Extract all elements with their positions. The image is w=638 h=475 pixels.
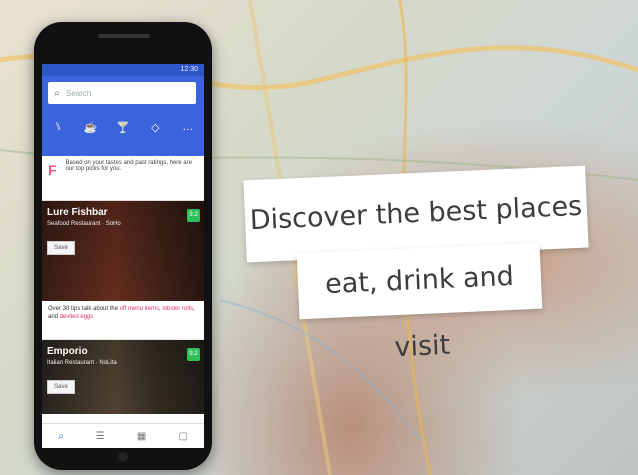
tip-highlight-1[interactable]: off menu items (120, 306, 159, 312)
coffee-icon[interactable]: ☕ (81, 121, 101, 134)
recommendation-note: F Based on your tastes and past ratings,… (42, 156, 204, 201)
venue-name: Lure Fishbar (47, 207, 108, 218)
phone-speaker (98, 34, 150, 38)
search-placeholder: Search (66, 88, 92, 98)
tip-prefix: Over 30 tips talk about the (48, 306, 120, 312)
promo-banner: 12:30 ⌕ Search ⑊ ☕ 🍸 ◇ … F Based on your… (0, 0, 638, 475)
note-text: Based on your tastes and past ratings, h… (65, 160, 192, 172)
search-field[interactable]: ⌕ Search (48, 82, 196, 104)
status-time: 12:30 (180, 66, 198, 73)
search-tab-icon[interactable]: ⌕ (58, 431, 64, 442)
profile-tab-icon[interactable]: ▢ (178, 431, 187, 442)
foursquare-icon: F (48, 162, 57, 178)
food-icon[interactable]: ⑊ (48, 121, 68, 133)
bottom-nav: ⌕ ☰ ▦ ▢ (42, 423, 204, 448)
status-bar: 12:30 (42, 64, 204, 76)
tip-highlight-2[interactable]: lobster rolls (162, 306, 193, 312)
activity-tab-icon[interactable]: ▦ (137, 431, 146, 442)
venue-card[interactable]: Lure Fishbar Seafood Restaurant · SoHo 9… (42, 201, 204, 301)
venue-rating: 9.2 (187, 348, 200, 361)
app-bar: ⌕ Search ⑊ ☕ 🍸 ◇ … (42, 76, 204, 156)
more-icon[interactable]: … (178, 121, 198, 133)
phone-button (118, 452, 128, 462)
phone-screen: 12:30 ⌕ Search ⑊ ☕ 🍸 ◇ … F Based on your… (42, 64, 204, 448)
venue-card[interactable]: Emporio Italian Restaurant · NoLita 9.2 … (42, 340, 204, 414)
list-tab-icon[interactable]: ☰ (96, 431, 105, 442)
tip-summary: Over 30 tips talk about the off menu ite… (42, 301, 204, 340)
phone-mockup: 12:30 ⌕ Search ⑊ ☕ 🍸 ◇ … F Based on your… (34, 22, 212, 470)
venue-rating: 9.2 (187, 209, 200, 222)
venue-name: Emporio (47, 346, 88, 357)
search-icon: ⌕ (54, 87, 60, 99)
category-bar: ⑊ ☕ 🍸 ◇ … (42, 112, 204, 142)
venue-category: Seafood Restaurant · SoHo (47, 221, 121, 227)
tip-highlight-3[interactable]: deviled eggs (60, 314, 94, 320)
save-button[interactable]: Save (47, 241, 75, 255)
shop-icon[interactable]: ◇ (145, 121, 165, 134)
save-button[interactable]: Save (47, 380, 75, 394)
headline-line-2: eat, drink and visit (296, 242, 543, 363)
venue-category: Italian Restaurant · NoLita (47, 360, 117, 366)
drink-icon[interactable]: 🍸 (113, 121, 133, 134)
